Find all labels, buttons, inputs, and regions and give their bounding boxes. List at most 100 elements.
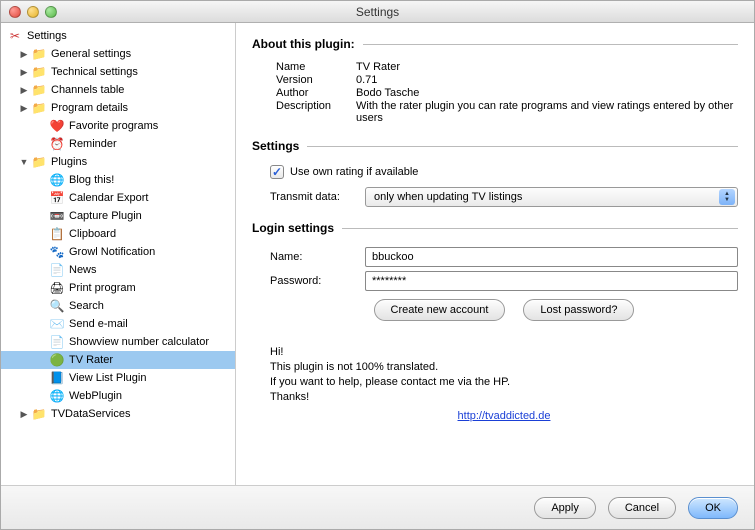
sidebar-item-plugins[interactable]: ▼📁Plugins xyxy=(1,153,235,171)
sidebar-item-growl-notification[interactable]: 🐾Growl Notification xyxy=(1,243,235,261)
tree-item-label: Blog this! xyxy=(69,174,114,186)
use-own-rating-label: Use own rating if available xyxy=(290,166,418,178)
tree-item-icon: 📄 xyxy=(49,334,65,350)
tree-item-label: Clipboard xyxy=(69,228,116,240)
sidebar-item-favorite-programs[interactable]: ❤️Favorite programs xyxy=(1,117,235,135)
transmit-value: only when updating TV listings xyxy=(374,191,522,203)
checkbox-checked-icon[interactable]: ✓ xyxy=(270,165,284,179)
titlebar: Settings xyxy=(1,1,754,23)
disclosure-icon[interactable]: ▶ xyxy=(19,49,29,60)
use-own-rating-row[interactable]: ✓ Use own rating if available xyxy=(270,165,738,179)
sidebar-item-blog-this-[interactable]: 🌐 Blog this! xyxy=(1,171,235,189)
tree-item-label: Calendar Export xyxy=(69,192,149,204)
transmit-label: Transmit data: xyxy=(270,191,365,203)
sidebar-item-tvdataservices[interactable]: ▶📁 TVDataServices xyxy=(1,405,235,423)
tree-item-icon: ⏰ xyxy=(49,136,65,152)
tools-icon: ✂ xyxy=(7,28,23,44)
tree-item-label: Showview number calculator xyxy=(69,336,209,348)
sidebar-item-showview-number-calculator[interactable]: 📄 Showview number calculator xyxy=(1,333,235,351)
tree-item-label: News xyxy=(69,264,97,276)
password-label: Password: xyxy=(270,275,365,287)
tree-item-icon: 📁 xyxy=(31,82,47,98)
meta-value: TV Rater xyxy=(356,61,738,73)
tree-item-label: Search xyxy=(69,300,104,312)
sidebar-item-webplugin[interactable]: 🌐 WebPlugin xyxy=(1,387,235,405)
tree-item-icon: 📁 xyxy=(31,46,47,62)
sidebar-item-capture-plugin[interactable]: 📼 Capture Plugin xyxy=(1,207,235,225)
sidebar-item-channels-table[interactable]: ▶📁Channels table xyxy=(1,81,235,99)
meta-value: Bodo Tasche xyxy=(356,87,738,99)
tree-item-label: Send e-mail xyxy=(69,318,128,330)
homepage-link[interactable]: http://tvaddicted.de xyxy=(270,409,738,424)
meta-row: AuthorBodo Tasche xyxy=(276,87,738,99)
disclosure-icon[interactable]: ▶ xyxy=(19,409,29,420)
disclosure-icon[interactable]: ▶ xyxy=(19,85,29,96)
tree-item-icon: 📁 xyxy=(31,406,47,422)
ok-button[interactable]: OK xyxy=(688,497,738,519)
transmit-row: Transmit data: only when updating TV lis… xyxy=(270,187,738,207)
sidebar-item-search[interactable]: 🔍Search xyxy=(1,297,235,315)
tree-item-icon: ✉️ xyxy=(49,316,65,332)
create-account-button[interactable]: Create new account xyxy=(374,299,506,321)
transmit-select[interactable]: only when updating TV listings ▲▼ xyxy=(365,187,738,207)
sidebar-item-tv-rater[interactable]: 🟢TV Rater xyxy=(1,351,235,369)
tree-item-icon: 📄 xyxy=(49,262,65,278)
tree-item-icon: 🌐 xyxy=(49,172,65,188)
settings-tree[interactable]: ✂ Settings ▶📁General settings▶📁Technical… xyxy=(1,23,236,485)
sidebar-item-send-e-mail[interactable]: ✉️ Send e-mail xyxy=(1,315,235,333)
sidebar-item-news[interactable]: 📄 News xyxy=(1,261,235,279)
tree-item-label: TVDataServices xyxy=(51,408,130,420)
tree-item-icon: 📁 xyxy=(31,100,47,116)
about-heading: About this plugin: xyxy=(252,37,738,51)
tree-item-label: Reminder xyxy=(69,138,117,150)
meta-row: DescriptionWith the rater plugin you can… xyxy=(276,100,738,124)
tree-item-icon: 🖨 xyxy=(49,280,65,296)
tree-item-label: WebPlugin xyxy=(69,390,122,402)
disclosure-icon[interactable]: ▶ xyxy=(19,103,29,114)
meta-row: Version0.71 xyxy=(276,74,738,86)
sidebar-item-technical-settings[interactable]: ▶📁Technical settings xyxy=(1,63,235,81)
tree-item-label: TV Rater xyxy=(69,354,113,366)
tree-item-label: Favorite programs xyxy=(69,120,158,132)
sidebar-item-calendar-export[interactable]: 📅 Calendar Export xyxy=(1,189,235,207)
name-input[interactable] xyxy=(365,247,738,267)
tree-item-icon: 🌐 xyxy=(49,388,65,404)
tree-item-label: Plugins xyxy=(51,156,87,168)
tree-item-icon: 📘 xyxy=(49,370,65,386)
disclosure-icon[interactable]: ▼ xyxy=(19,157,29,167)
sidebar-item-print-program[interactable]: 🖨 Print program xyxy=(1,279,235,297)
tree-item-label: General settings xyxy=(51,48,131,60)
meta-key: Description xyxy=(276,100,356,124)
meta-value: 0.71 xyxy=(356,74,738,86)
translation-note: Hi! This plugin is not 100% translated. … xyxy=(270,345,738,424)
meta-value: With the rater plugin you can rate progr… xyxy=(356,100,738,124)
meta-key: Name xyxy=(276,61,356,73)
cancel-button[interactable]: Cancel xyxy=(608,497,676,519)
tree-item-label: Program details xyxy=(51,102,128,114)
settings-heading: Settings xyxy=(252,139,738,153)
tree-item-label: Capture Plugin xyxy=(69,210,142,222)
settings-window: Settings ✂ Settings ▶📁General settings▶📁… xyxy=(0,0,755,530)
login-heading: Login settings xyxy=(252,221,738,235)
meta-key: Author xyxy=(276,87,356,99)
lost-password-button[interactable]: Lost password? xyxy=(523,299,634,321)
select-arrows-icon: ▲▼ xyxy=(719,189,735,205)
tree-root[interactable]: ✂ Settings xyxy=(1,27,235,45)
sidebar-item-view-list-plugin[interactable]: 📘 View List Plugin xyxy=(1,369,235,387)
apply-button[interactable]: Apply xyxy=(534,497,596,519)
sidebar-item-reminder[interactable]: ⏰ Reminder xyxy=(1,135,235,153)
tree-item-icon: 📋 xyxy=(49,226,65,242)
meta-row: NameTV Rater xyxy=(276,61,738,73)
meta-key: Version xyxy=(276,74,356,86)
sidebar-item-general-settings[interactable]: ▶📁 General settings xyxy=(1,45,235,63)
sidebar-item-clipboard[interactable]: 📋 Clipboard xyxy=(1,225,235,243)
tree-item-label: Technical settings xyxy=(51,66,138,78)
tree-item-icon: 📅 xyxy=(49,190,65,206)
tree-item-label: Print program xyxy=(69,282,136,294)
tree-item-label: Growl Notification xyxy=(69,246,155,258)
disclosure-icon[interactable]: ▶ xyxy=(19,67,29,78)
sidebar-item-program-details[interactable]: ▶📁 Program details xyxy=(1,99,235,117)
password-input[interactable] xyxy=(365,271,738,291)
tree-item-icon: 📼 xyxy=(49,208,65,224)
tree-item-label: View List Plugin xyxy=(69,372,146,384)
